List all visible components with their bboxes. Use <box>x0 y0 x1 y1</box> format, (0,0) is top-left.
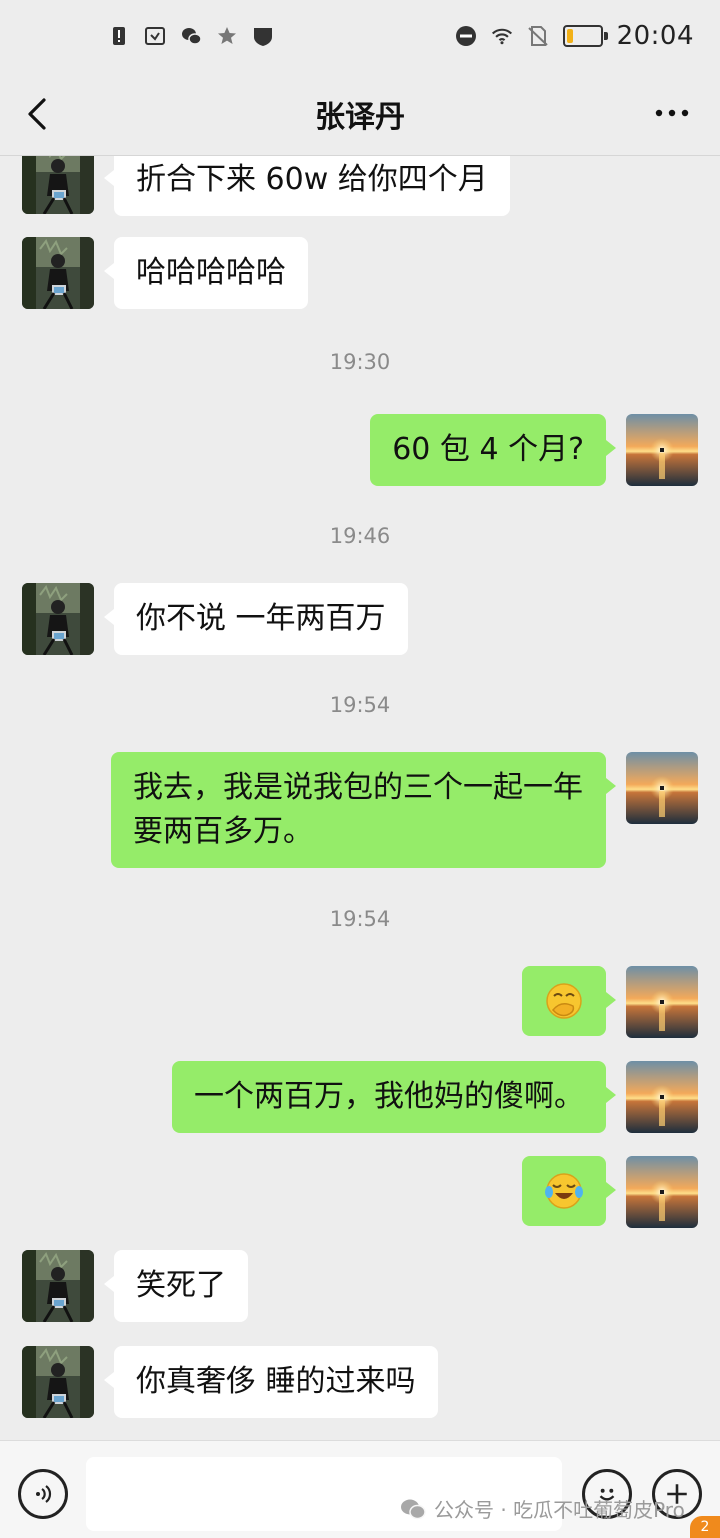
alert-icon <box>108 25 130 47</box>
timestamp: 19:46 <box>329 524 391 548</box>
status-right-icons: 20:04 <box>455 21 694 51</box>
message-bubble-outgoing[interactable] <box>522 1156 616 1226</box>
user-avatar[interactable] <box>626 752 698 824</box>
message-bubble-outgoing[interactable]: 60 包 4 个月? <box>370 414 616 486</box>
message-bubble-incoming[interactable]: 折合下来 60w 给你四个月 <box>104 156 510 216</box>
watermark: 公众号 · 吃瓜不吐葡萄皮Pro <box>400 1494 685 1523</box>
message-bubble-incoming[interactable]: 笑死了 <box>104 1250 248 1322</box>
user-avatar[interactable] <box>626 966 698 1038</box>
contact-avatar[interactable] <box>22 1250 94 1322</box>
user-avatar-image <box>626 414 698 486</box>
corner-badge: 2 <box>690 1516 720 1538</box>
watermark-text: 公众号 · 吃瓜不吐葡萄皮Pro <box>434 1498 685 1522</box>
status-left-icons <box>108 25 274 47</box>
battery-level <box>566 29 573 43</box>
wifi-icon <box>491 25 513 47</box>
message-text: 笑死了 <box>136 1268 226 1303</box>
tears-of-joy-emoji <box>545 1173 583 1209</box>
contact-avatar[interactable] <box>22 237 94 309</box>
message-text: 折合下来 60w 给你四个月 <box>136 162 488 197</box>
message-text: 你不说 一年两百万 <box>136 601 386 636</box>
message-bubble-incoming[interactable]: 你不说 一年两百万 <box>104 583 408 655</box>
voice-button[interactable] <box>18 1469 68 1519</box>
covering-mouth-laugh-emoji <box>546 983 582 1019</box>
user-avatar[interactable] <box>626 1061 698 1133</box>
message-bubble-outgoing[interactable] <box>522 966 616 1036</box>
user-avatar-image <box>626 1156 698 1228</box>
user-avatar-image <box>626 1061 698 1133</box>
timestamp: 19:54 <box>329 693 391 717</box>
message-list[interactable]: 折合下来 60w 给你四个月 哈哈哈哈哈 19:30 60 包 4 个月? 19… <box>0 156 720 1440</box>
battery-icon <box>562 25 608 47</box>
star-icon <box>216 25 238 47</box>
contact-avatar-image <box>22 1346 94 1418</box>
user-avatar-image <box>626 752 698 824</box>
wechat-logo-icon <box>401 1499 426 1519</box>
contact-avatar[interactable] <box>22 156 94 214</box>
message-text: 哈哈哈哈哈 <box>136 255 286 290</box>
message-text: 我去，我是说我包的三个一起一年要两百多万。 <box>133 770 583 849</box>
chat-title: 张译丹 <box>315 99 405 135</box>
back-button[interactable] <box>20 94 56 134</box>
input-bar <box>0 1440 720 1538</box>
message-text: 60 包 4 个月? <box>392 432 584 467</box>
message-text: 你真奢侈 睡的过来吗 <box>136 1364 416 1399</box>
message-text: 一个两百万，我他妈的傻啊。 <box>194 1079 584 1114</box>
contact-avatar-image <box>22 1250 94 1322</box>
chevron-left-icon <box>28 98 46 130</box>
message-bubble-outgoing[interactable]: 我去，我是说我包的三个一起一年要两百多万。 <box>111 752 616 868</box>
user-avatar-image <box>626 966 698 1038</box>
contact-avatar[interactable] <box>22 583 94 655</box>
do-not-disturb-icon <box>455 25 477 47</box>
timestamp: 19:30 <box>329 350 391 374</box>
user-avatar[interactable] <box>626 1156 698 1228</box>
contact-avatar[interactable] <box>22 1346 94 1418</box>
timestamp: 19:54 <box>329 907 391 931</box>
voice-icon <box>36 1485 52 1503</box>
status-bar: 20:04 <box>0 0 720 72</box>
more-dots-icon <box>655 109 689 117</box>
message-bubble-outgoing[interactable]: 一个两百万，我他妈的傻啊。 <box>172 1061 616 1133</box>
chat-header: 张译丹 <box>0 72 720 156</box>
message-bubble-incoming[interactable]: 哈哈哈哈哈 <box>104 237 308 309</box>
status-time: 20:04 <box>616 21 694 51</box>
shield-icon <box>252 25 274 47</box>
no-sim-icon <box>527 25 549 47</box>
contact-avatar-image <box>22 237 94 309</box>
user-avatar[interactable] <box>626 414 698 486</box>
message-bubble-incoming[interactable]: 你真奢侈 睡的过来吗 <box>104 1346 438 1418</box>
contact-avatar-image <box>22 583 94 655</box>
screen-record-icon <box>144 25 166 47</box>
wechat-icon <box>180 25 202 47</box>
contact-avatar-image <box>22 156 94 214</box>
more-button[interactable] <box>652 98 692 128</box>
